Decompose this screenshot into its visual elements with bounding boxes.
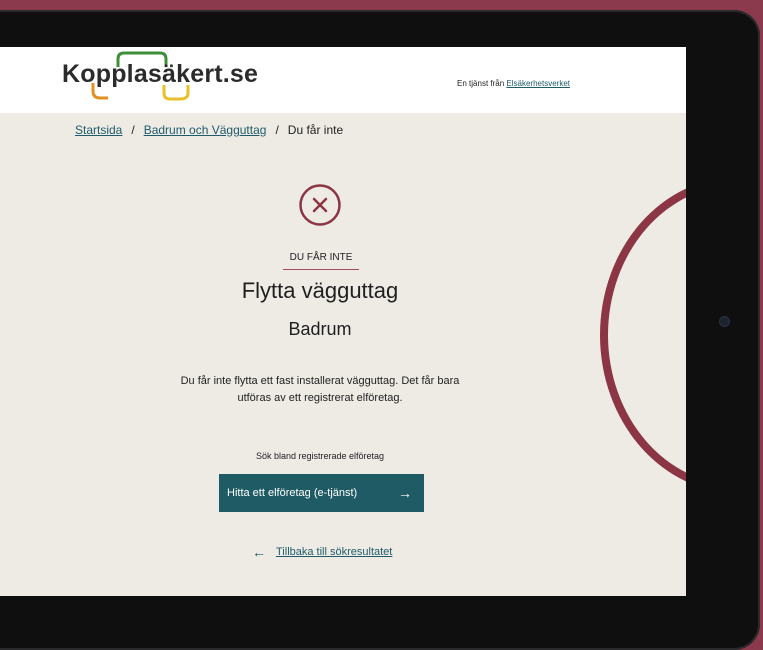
breadcrumb-category[interactable]: Badrum och Vägguttag [144,123,267,137]
agency-credit: En tjänst från Elsäkerhetsverket [457,79,570,88]
arrow-right-icon: → [398,485,412,501]
agency-prefix: En tjänst från [457,79,505,88]
result-kicker: DU FÅR INTE [283,252,359,270]
breadcrumb-separator: / [275,123,279,137]
camera-dot [720,317,729,326]
breadcrumb-current: Du får inte [287,123,344,137]
x-circle-icon [299,184,341,226]
site-header: Kopplasäkert.se En tjänst från Elsäkerhe… [0,47,686,113]
screen: Kopplasäkert.se En tjänst från Elsäkerhe… [0,47,686,596]
page-title: Flytta vägguttag [241,278,399,303]
breadcrumb-home[interactable]: Startsida [75,123,122,137]
cta-label: Hitta ett elföretag (e-tjänst) [227,487,358,499]
arrow-left-icon: ← [252,544,266,560]
find-electrician-button[interactable]: Hitta ett elföretag (e-tjänst) → [219,474,424,512]
back-link-label: Tillbaka till sökresultatet [276,546,393,558]
breadcrumb: Startsida / Badrum och Vägguttag / Du får in… [75,123,343,137]
breadcrumb-separator: / [131,123,135,137]
agency-link[interactable]: Elsäkerhetsverket [506,79,570,88]
result-description: Du får inte flytta ett fast installerat … [180,375,460,404]
site-logo[interactable]: Kopplasäkert.se [62,60,258,89]
page-subtitle: Badrum [288,319,352,339]
back-link[interactable]: ← Tillbaka till sökresultatet [252,544,392,560]
search-label: Sök bland registrerade elföretag [255,451,385,461]
